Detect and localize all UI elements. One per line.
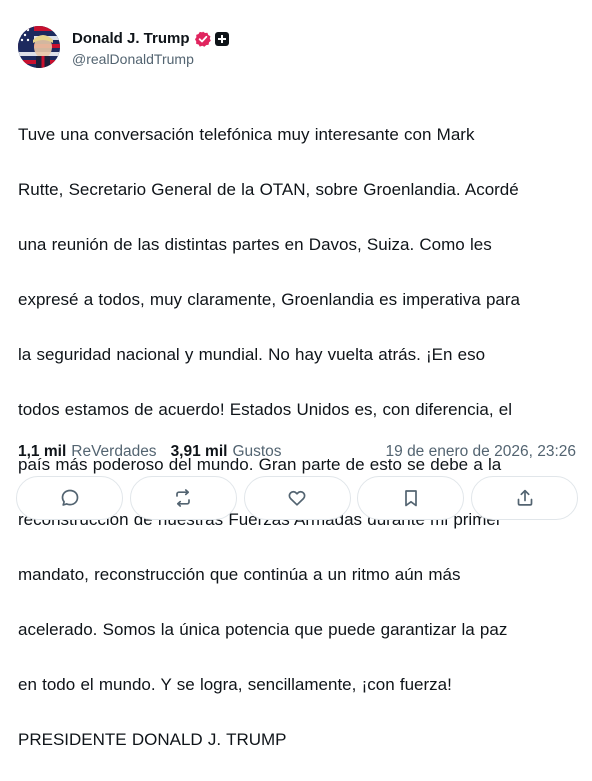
verified-badge-icon [194, 31, 211, 47]
retruths-label[interactable]: ReVerdades [71, 443, 156, 461]
bookmark-icon [404, 490, 417, 507]
post-stats: 1,1 mil ReVerdades 3,91 mil Gustos 19 de… [18, 441, 576, 463]
retruth-button[interactable] [129, 476, 237, 520]
likes-label[interactable]: Gustos [232, 443, 281, 461]
post-text-line: todos estamos de acuerdo! Estados Unidos… [18, 399, 513, 419]
retruths-count[interactable]: 1,1 mil [18, 443, 66, 461]
author-names: Donald J. Trump @realDonaldTrump [72, 28, 229, 67]
post-text: Tuve una conversación telefónica muy int… [18, 93, 578, 781]
bookmark-button[interactable] [357, 476, 465, 520]
post-card: Donald J. Trump @realDonaldTrump Tuve un… [0, 0, 592, 749]
flag-portrait-avatar-icon [18, 26, 60, 68]
plus-badge-icon [214, 31, 229, 46]
retruth-icon [176, 489, 191, 507]
likes-count[interactable]: 3,91 mil [171, 443, 228, 461]
post-text-line: Rutte, Secretario General de la OTAN, so… [18, 179, 519, 199]
post-text-line: la seguridad nacional y mundial. No hay … [18, 344, 486, 364]
action-bar [16, 476, 578, 520]
post-text-line: expresé a todos, muy claramente, Groenla… [18, 289, 520, 309]
post-text-line: acelerado. Somos la única potencia que p… [18, 619, 508, 639]
share-button[interactable] [471, 476, 578, 520]
like-button[interactable] [243, 476, 351, 520]
post-text-line: en todo el mundo. Y se logra, sencillame… [18, 674, 452, 694]
avatar[interactable] [18, 26, 60, 68]
post-text-line: PRESIDENTE DONALD J. TRUMP [18, 729, 287, 749]
author-handle[interactable]: @realDonaldTrump [72, 51, 229, 67]
post-text-line: mandato, reconstrucción que continúa a u… [18, 564, 461, 584]
name-row: Donald J. Trump [72, 28, 229, 50]
share-icon [517, 489, 532, 506]
post-text-line: una reunión de las distintas partes en D… [18, 234, 492, 254]
post-timestamp[interactable]: 19 de enero de 2026, 23:26 [386, 443, 576, 461]
reply-button[interactable] [16, 476, 123, 520]
post-text-line: Tuve una conversación telefónica muy int… [18, 124, 475, 144]
reply-icon [61, 489, 78, 506]
like-icon [288, 490, 306, 506]
author-display-name[interactable]: Donald J. Trump [72, 30, 190, 47]
post-header: Donald J. Trump @realDonaldTrump [18, 26, 229, 68]
